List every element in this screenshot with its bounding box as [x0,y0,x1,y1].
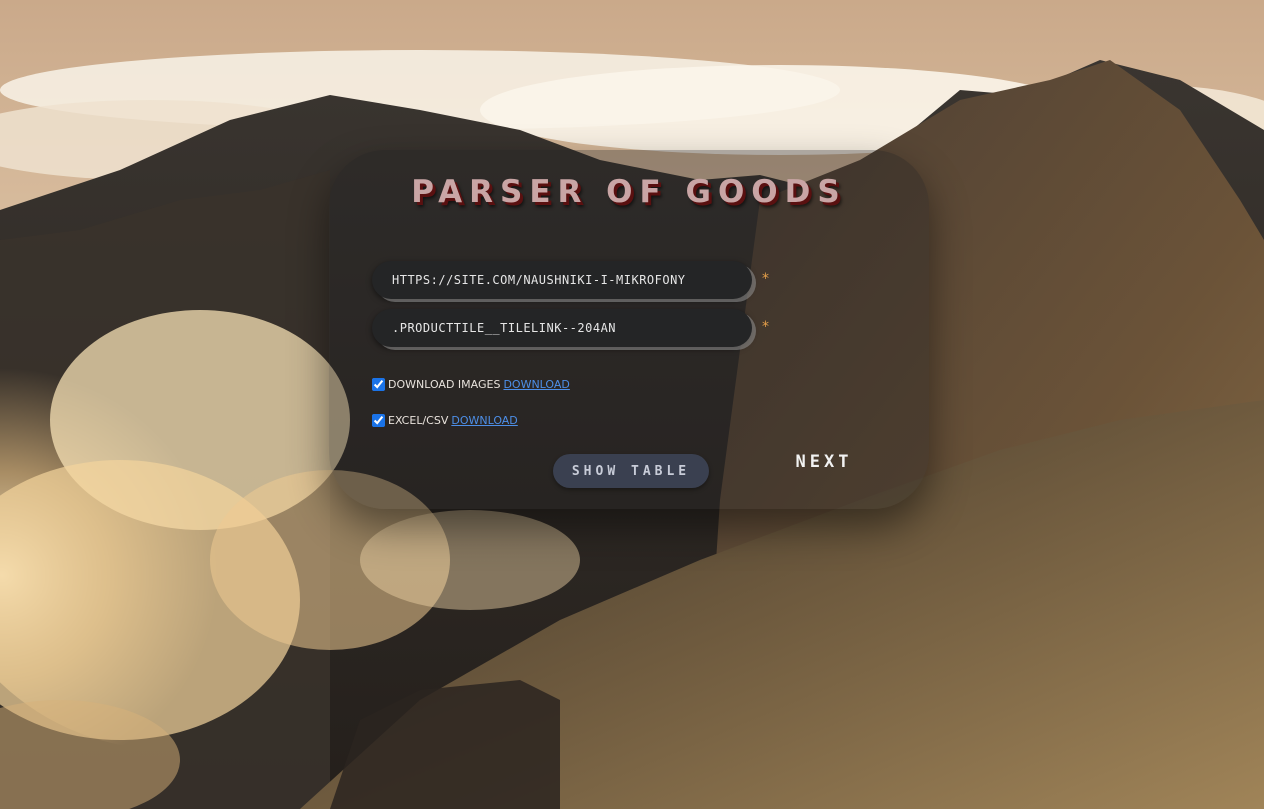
parser-card: PARSER OF GOODS * * DOWNLOAD IMAGES DOWN… [329,150,929,509]
url-input[interactable] [372,261,752,299]
excel-csv-option: EXCEL/CSV DOWNLOAD [372,412,518,428]
required-mark-url: * [762,271,769,287]
download-images-label: DOWNLOAD IMAGES [388,377,501,391]
download-images-option: DOWNLOAD IMAGES DOWNLOAD [372,376,570,392]
next-button[interactable]: NEXT [784,448,864,476]
page-title: PARSER OF GOODS [411,174,847,210]
selector-input[interactable] [372,309,752,347]
download-images-link[interactable]: DOWNLOAD [503,378,569,391]
excel-csv-link[interactable]: DOWNLOAD [451,414,517,427]
download-images-checkbox[interactable] [372,377,385,391]
excel-csv-label: EXCEL/CSV [388,413,449,427]
excel-csv-checkbox[interactable] [372,413,385,427]
show-table-button[interactable]: SHOW TABLE [553,454,709,488]
required-mark-selector: * [762,319,769,335]
